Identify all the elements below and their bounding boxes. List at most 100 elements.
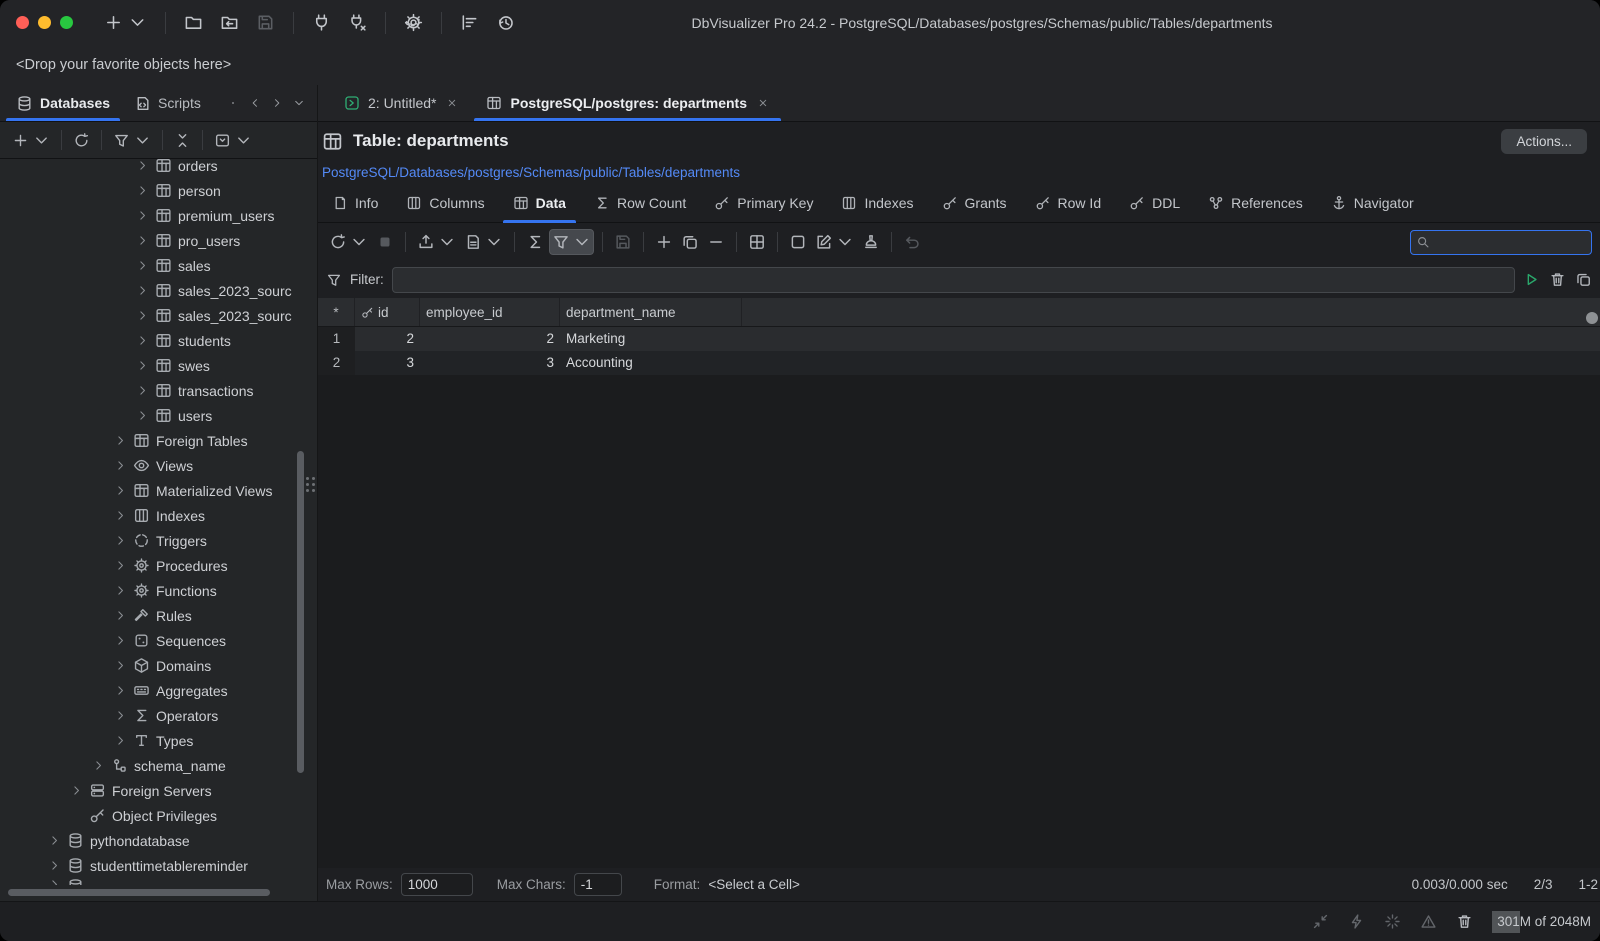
chevron-right-icon[interactable]	[114, 684, 127, 697]
tab-indexes[interactable]: Indexes	[829, 184, 925, 222]
tab-data[interactable]: Data	[501, 184, 578, 222]
settings-button[interactable]	[399, 9, 428, 36]
chevron-right-icon[interactable]	[271, 97, 283, 109]
tree-item-rules[interactable]: Rules	[0, 603, 317, 628]
cell-employee-id[interactable]: 3	[420, 351, 560, 375]
row-number[interactable]: 1	[318, 327, 355, 351]
max-chars-input[interactable]	[574, 873, 622, 896]
breadcrumb[interactable]: PostgreSQL/Databases/postgres/Schemas/pu…	[322, 165, 740, 180]
tree-item-views[interactable]: Views	[0, 453, 317, 478]
sidebar-tab-scripts[interactable]: Scripts	[122, 85, 213, 121]
tree-item-pro-users[interactable]: pro_users	[0, 228, 317, 253]
tab-columns[interactable]: Columns	[394, 184, 496, 222]
tree-item-pythondatabase[interactable]: pythondatabase	[0, 828, 317, 853]
chart-button[interactable]	[455, 9, 484, 36]
statusbar-lightning-button[interactable]	[1348, 913, 1365, 930]
chevron-right-icon[interactable]	[136, 309, 149, 322]
tree-item-types[interactable]: Types	[0, 728, 317, 753]
copy-button[interactable]	[678, 229, 702, 255]
chevron-right-icon[interactable]	[136, 359, 149, 372]
filter-trash-button[interactable]	[1549, 271, 1566, 288]
chevron-right-icon[interactable]	[114, 559, 127, 572]
tree-item-orders[interactable]: orders	[0, 159, 317, 178]
chevron-right-icon[interactable]	[136, 159, 149, 172]
collapse-button[interactable]	[170, 128, 195, 153]
chevron-down-icon[interactable]	[293, 97, 305, 109]
tree-item-sales-2023-sourc[interactable]: sales_2023_sourc	[0, 303, 317, 328]
tree-item-aggregates[interactable]: Aggregates	[0, 678, 317, 703]
plus-button[interactable]	[99, 9, 152, 36]
cell-id[interactable]: 3	[355, 351, 420, 375]
tree-item-studenttimetablereminder[interactable]: studenttimetablereminder	[0, 853, 317, 878]
tree-item-operators[interactable]: Operators	[0, 703, 317, 728]
plus-button[interactable]	[8, 128, 54, 153]
grid-header-all[interactable]: *	[318, 298, 355, 326]
tab-info[interactable]: Info	[320, 184, 390, 222]
statusbar-trash-button[interactable]	[1456, 913, 1473, 930]
tree-item-students[interactable]: students	[0, 328, 317, 353]
chevron-right-icon[interactable]	[136, 184, 149, 197]
save-button[interactable]	[251, 9, 280, 36]
undo-button[interactable]	[900, 229, 924, 255]
close-window-button[interactable]	[16, 16, 29, 29]
tree-item-transactions[interactable]: transactions	[0, 378, 317, 403]
grid-header-department-name[interactable]: department_name	[560, 298, 742, 326]
export-button[interactable]	[414, 229, 459, 255]
tree-item-indexes[interactable]: Indexes	[0, 503, 317, 528]
tab-grants[interactable]: Grants	[930, 184, 1019, 222]
tree-item-functions[interactable]: Functions	[0, 578, 317, 603]
filter-input[interactable]	[392, 267, 1515, 293]
grid-button[interactable]	[745, 229, 769, 255]
tree-item-object-privileges[interactable]: Object Privileges	[0, 803, 317, 828]
chevron-right-icon[interactable]	[114, 609, 127, 622]
statusbar-shrink-button[interactable]	[1312, 913, 1329, 930]
tree-item-foreign-servers[interactable]: Foreign Servers	[0, 778, 317, 803]
chevron-right-icon[interactable]	[114, 659, 127, 672]
refresh-button[interactable]	[326, 229, 371, 255]
cell-employee-id[interactable]: 2	[420, 327, 560, 351]
sidebar-tab-databases[interactable]: Databases	[4, 85, 122, 121]
tree-item-premium-users[interactable]: premium_users	[0, 203, 317, 228]
plus-button[interactable]	[652, 229, 676, 255]
square-button[interactable]	[786, 229, 810, 255]
tree-item-partial[interactable]	[0, 878, 317, 885]
cell-department-name[interactable]: Marketing	[560, 327, 742, 351]
statusbar-spinner-button[interactable]	[1384, 913, 1401, 930]
chevron-right-icon[interactable]	[114, 734, 127, 747]
tree-item-users[interactable]: users	[0, 403, 317, 428]
refresh-button[interactable]	[69, 128, 94, 153]
tab-primary-key[interactable]: Primary Key	[702, 184, 825, 222]
row-number[interactable]: 2	[318, 351, 355, 375]
sigma-button[interactable]	[523, 229, 547, 255]
history-button[interactable]	[491, 9, 520, 36]
tab-row-count[interactable]: Row Count	[582, 184, 698, 222]
chevron-right-icon[interactable]	[136, 259, 149, 272]
minus-button[interactable]	[704, 229, 728, 255]
editor-tab-postgresql-postgres-departments[interactable]: PostgreSQL/postgres: departments	[472, 85, 783, 121]
search-input[interactable]	[1430, 235, 1586, 250]
tree-item-swes[interactable]: swes	[0, 353, 317, 378]
folder-open-button[interactable]	[179, 9, 208, 36]
plug-button[interactable]	[307, 9, 336, 36]
sidebar-splitter-handle[interactable]	[306, 477, 316, 492]
tab-row-id[interactable]: Row Id	[1023, 184, 1114, 222]
favorites-bar[interactable]: <Drop your favorite objects here>	[0, 45, 1600, 85]
zoom-window-button[interactable]	[60, 16, 73, 29]
tree-item-sales[interactable]: sales	[0, 253, 317, 278]
minimize-window-button[interactable]	[38, 16, 51, 29]
stop-button[interactable]	[373, 229, 397, 255]
close-icon[interactable]	[446, 97, 458, 109]
cell-id[interactable]: 2	[355, 327, 420, 351]
save-button[interactable]	[611, 229, 635, 255]
chevron-right-icon[interactable]	[114, 484, 127, 497]
cell-department-name[interactable]: Accounting	[560, 351, 742, 375]
grid-header-employee-id[interactable]: employee_id	[420, 298, 560, 326]
chevron-right-icon[interactable]	[92, 759, 105, 772]
chevron-right-icon[interactable]	[136, 284, 149, 297]
chevron-right-icon[interactable]	[136, 234, 149, 247]
file-button[interactable]	[461, 229, 506, 255]
chevron-right-icon[interactable]	[48, 859, 61, 872]
editor-tab-2-untitled[interactable]: 2: Untitled*	[330, 85, 472, 121]
chevron-right-icon[interactable]	[136, 384, 149, 397]
tree-item-person[interactable]: person	[0, 178, 317, 203]
